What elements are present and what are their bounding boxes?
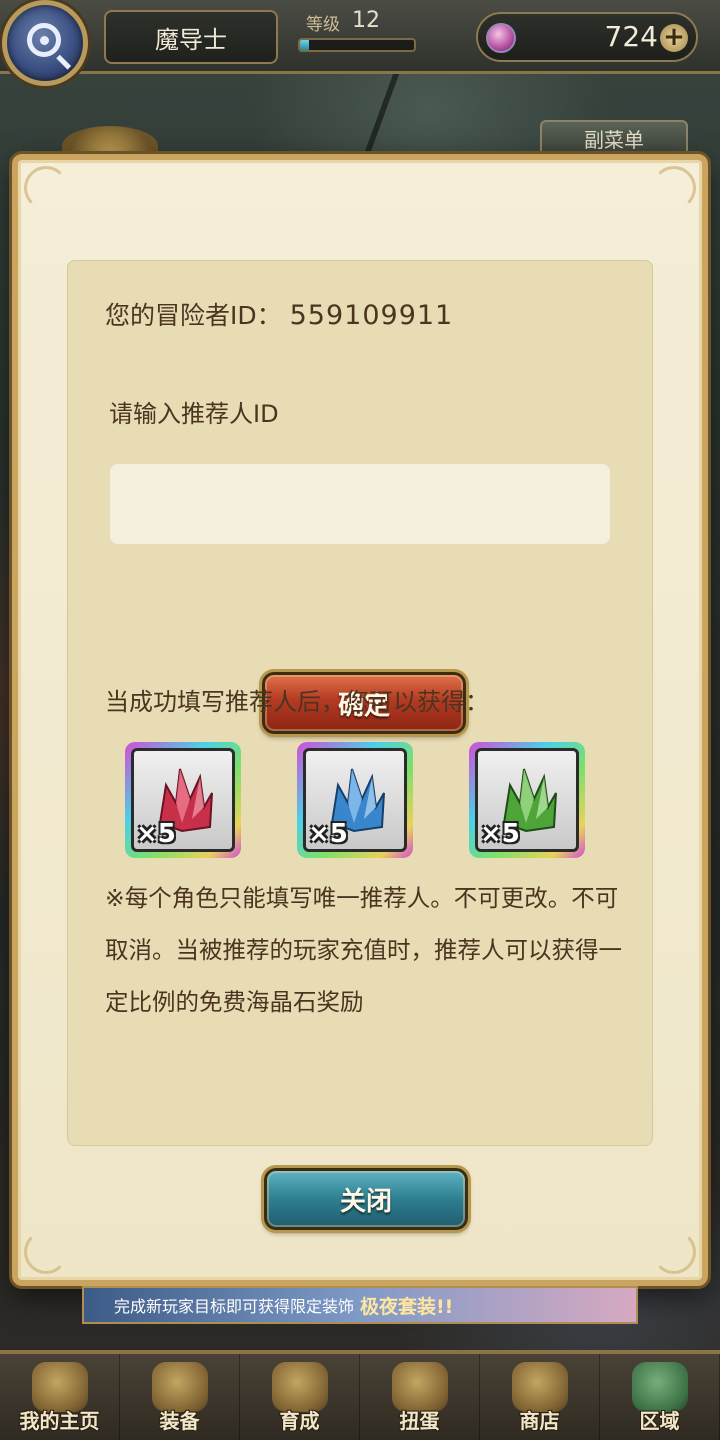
nav-label: 商店 bbox=[519, 1409, 560, 1433]
player-name: 魔导士 bbox=[104, 10, 278, 64]
reward-frame: ×5 bbox=[303, 748, 407, 852]
adventurer-id-value: 559109911 bbox=[289, 300, 454, 331]
reward-item[interactable]: ×5 bbox=[469, 742, 585, 858]
level-label: 等级 bbox=[306, 15, 340, 35]
corner-ornament bbox=[24, 166, 68, 210]
referrer-id-input[interactable] bbox=[110, 464, 610, 544]
gem-currency: 724 + bbox=[476, 12, 698, 62]
background-tree bbox=[361, 60, 559, 160]
corner-ornament bbox=[652, 1230, 696, 1274]
level-indicator: 等级 12 bbox=[294, 8, 424, 60]
nav-item-training[interactable]: 育成 bbox=[240, 1354, 360, 1440]
gem-icon bbox=[486, 23, 516, 53]
reward-count: ×5 bbox=[308, 819, 348, 849]
level-value: 12 bbox=[352, 8, 380, 33]
magnifier-icon bbox=[27, 23, 61, 57]
nav-label: 区域 bbox=[639, 1409, 680, 1433]
nav-label: 我的主页 bbox=[19, 1409, 100, 1433]
reward-frame: ×5 bbox=[131, 748, 235, 852]
banner-highlight: 极夜套装!! bbox=[360, 1295, 454, 1318]
adventurer-id-label: 您的冒险者ID： bbox=[105, 301, 282, 330]
event-banner[interactable]: 完成新玩家目标即可获得限定装饰 极夜套装!! bbox=[82, 1286, 638, 1324]
add-gems-button[interactable]: + bbox=[660, 24, 688, 52]
nav-item-gacha[interactable]: 扭蛋 bbox=[360, 1354, 480, 1440]
reward-item[interactable]: ×5 bbox=[125, 742, 241, 858]
reward-item[interactable]: ×5 bbox=[297, 742, 413, 858]
referral-note: ※每个角色只能填写唯一推荐人。不可更改。不可取消。当被推荐的玩家充值时，推荐人可… bbox=[105, 884, 622, 1016]
reward-frame: ×5 bbox=[475, 748, 579, 852]
referrer-prompt: 请输入推荐人ID bbox=[109, 400, 279, 428]
reward-count: ×5 bbox=[480, 819, 520, 849]
level-progress-bar bbox=[298, 38, 416, 52]
close-button[interactable]: 关闭 bbox=[264, 1168, 468, 1230]
profile-avatar-button[interactable] bbox=[2, 0, 88, 86]
adventurer-id-line: 您的冒险者ID： 559109911 bbox=[105, 296, 453, 332]
corner-ornament bbox=[24, 1230, 68, 1274]
reward-count: ×5 bbox=[136, 819, 176, 849]
reward-title: 当成功填写推荐人后，您可以获得： bbox=[105, 682, 489, 717]
gem-count: 724 bbox=[604, 20, 658, 53]
corner-ornament bbox=[652, 166, 696, 210]
nav-item-region[interactable]: 区域 bbox=[600, 1354, 720, 1440]
nav-item-shop[interactable]: 商店 bbox=[480, 1354, 600, 1440]
nav-label: 育成 bbox=[279, 1409, 320, 1433]
top-bar: 魔导士 等级 12 724 + bbox=[0, 0, 720, 86]
banner-text: 完成新玩家目标即可获得限定装饰 bbox=[114, 1297, 355, 1316]
nav-item-equipment[interactable]: 装备 bbox=[120, 1354, 240, 1440]
nav-label: 装备 bbox=[159, 1409, 200, 1433]
referral-panel: 您的冒险者ID： 559109911 请输入推荐人ID 确定 当成功填写推荐人后，… bbox=[67, 260, 653, 1146]
nav-item-home[interactable]: 我的主页 bbox=[0, 1354, 120, 1440]
reward-title-text: 当成功填写推荐人后，您可以获得： bbox=[105, 688, 489, 716]
bottom-nav: 我的主页 装备 育成 扭蛋 商店 区域 bbox=[0, 1350, 720, 1440]
referral-dialog: 您的冒险者ID： 559109911 请输入推荐人ID 确定 当成功填写推荐人后，… bbox=[12, 154, 708, 1286]
nav-label: 扭蛋 bbox=[399, 1409, 440, 1433]
level-progress-fill bbox=[300, 40, 310, 50]
reward-list: ×5 ×5 ×5 bbox=[125, 742, 605, 862]
